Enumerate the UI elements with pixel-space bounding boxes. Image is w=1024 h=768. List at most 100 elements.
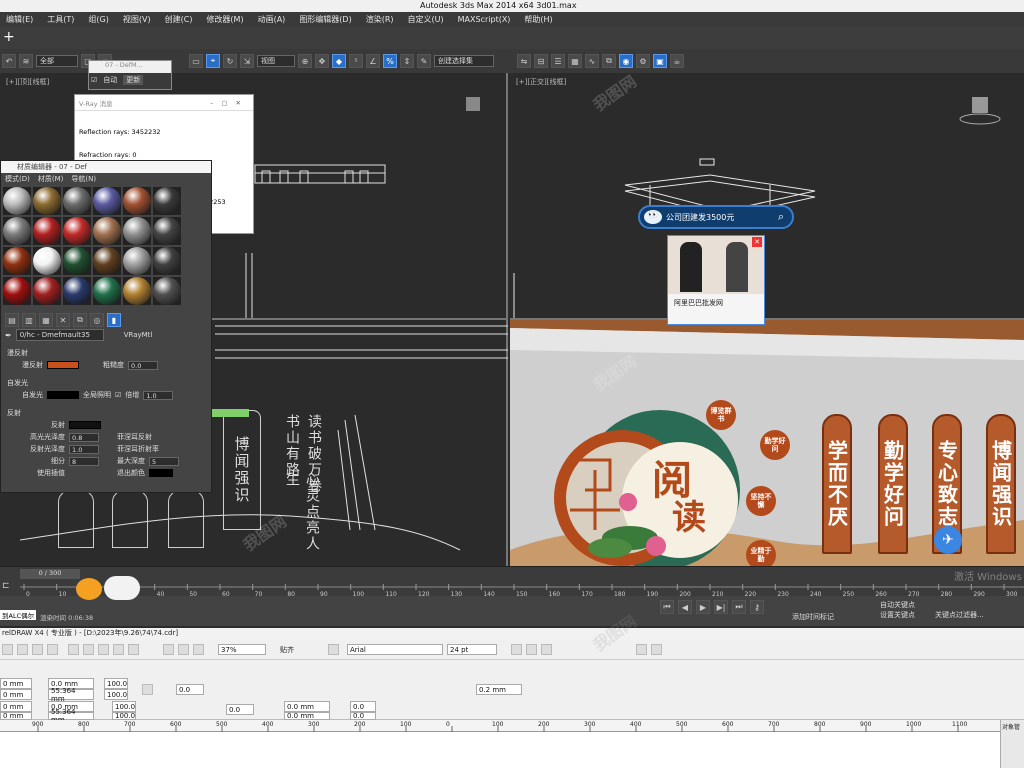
x2-position-input[interactable]: 0 mm: [0, 701, 32, 712]
reference-coord-dropdown[interactable]: 视图: [257, 55, 295, 67]
selection-filter-dropdown[interactable]: 全部: [36, 55, 78, 67]
copy-material-icon[interactable]: ⧉: [73, 313, 87, 327]
scale-x-input[interactable]: 100.0: [104, 678, 128, 689]
bind-spacewarp-icon[interactable]: ≋: [19, 54, 33, 68]
snap-to-dropdown[interactable]: 贴齐: [280, 645, 294, 655]
viewport-ortho[interactable]: [+][正交][线框]: [510, 73, 1024, 318]
scale-icon[interactable]: ⇲: [240, 54, 254, 68]
material-slot[interactable]: [153, 187, 181, 215]
next-frame-icon[interactable]: ▶|: [714, 600, 728, 614]
new-doc-icon[interactable]: [2, 644, 13, 655]
close-icon[interactable]: ✕: [752, 237, 762, 247]
time-slider[interactable]: 0 / 300: [20, 569, 80, 579]
menu-animation[interactable]: 动画(A): [258, 14, 286, 25]
hilight-gloss-input[interactable]: 0.8: [69, 432, 99, 442]
spinner-snap-icon[interactable]: ⇕: [400, 54, 414, 68]
mated-menu-material[interactable]: 材质(M): [38, 174, 64, 184]
selfillum-color-swatch[interactable]: [47, 391, 79, 399]
copy-icon[interactable]: [83, 644, 94, 655]
material-type-button[interactable]: VRayMtl: [124, 331, 153, 339]
exit-color-swatch[interactable]: [149, 469, 173, 477]
duplicate-y-input[interactable]: 0.0: [350, 712, 376, 720]
graphite-icon[interactable]: ▦: [568, 54, 582, 68]
zoom-dropdown[interactable]: 37%: [218, 644, 266, 655]
menu-customize[interactable]: 自定义(U): [408, 14, 444, 25]
material-slot[interactable]: [3, 277, 31, 305]
popup-search-text[interactable]: 公司团建发3500元: [666, 212, 734, 223]
refl-gloss-input[interactable]: 1.0: [69, 444, 99, 454]
material-name-field[interactable]: 0/hc - Dmefmault35: [15, 329, 104, 341]
plus-icon[interactable]: +: [3, 29, 15, 45]
move-icon[interactable]: ✥: [315, 54, 329, 68]
print-icon[interactable]: [47, 644, 58, 655]
material-slot[interactable]: [93, 247, 121, 275]
open-icon[interactable]: [17, 644, 28, 655]
subdivs-input[interactable]: 8: [69, 456, 99, 466]
drawing-canvas[interactable]: [0, 732, 1000, 768]
search-icon[interactable]: ⌕: [778, 210, 784, 224]
material-slot[interactable]: [33, 187, 61, 215]
export-icon[interactable]: [178, 644, 189, 655]
material-slot[interactable]: [153, 217, 181, 245]
save-icon[interactable]: [32, 644, 43, 655]
material-slot[interactable]: [3, 217, 31, 245]
material-slot[interactable]: [63, 187, 91, 215]
align-left-icon[interactable]: [636, 644, 647, 655]
auto-checkbox-icon[interactable]: ☑: [91, 76, 97, 84]
redo-icon[interactable]: [128, 644, 139, 655]
eyedropper-icon[interactable]: ✒: [5, 331, 12, 340]
play-icon[interactable]: ▶: [696, 600, 710, 614]
height-input[interactable]: 55.364 mm: [48, 687, 94, 703]
material-slot[interactable]: [63, 217, 91, 245]
rect-select-icon[interactable]: ▭: [189, 54, 203, 68]
ad-image[interactable]: [668, 236, 764, 294]
add-time-tag[interactable]: 添加时间标记: [792, 612, 834, 622]
menu-maxscript[interactable]: MAXScript(X): [458, 15, 511, 24]
italic-icon[interactable]: [526, 644, 537, 655]
underline-icon[interactable]: [541, 644, 552, 655]
layer-manager-icon[interactable]: ☰: [551, 54, 565, 68]
timeline[interactable]: 0 / 300 ⊏ 010203040506070809010011012013…: [0, 566, 1024, 597]
menu-views[interactable]: 视图(V): [123, 14, 151, 25]
undo-icon[interactable]: [113, 644, 124, 655]
material-slot[interactable]: [93, 217, 121, 245]
material-slot[interactable]: [33, 217, 61, 245]
align-icon[interactable]: ⊟: [534, 54, 548, 68]
material-slot[interactable]: [123, 277, 151, 305]
scale-y-input[interactable]: 100.0: [104, 689, 128, 700]
duplicate-x-input[interactable]: 0.0: [350, 701, 376, 712]
named-selection-dropdown[interactable]: 创建选择集: [434, 55, 494, 67]
cut-icon[interactable]: [68, 644, 79, 655]
font-size-dropdown[interactable]: 24 pt: [447, 644, 497, 655]
material-slot[interactable]: [63, 277, 91, 305]
diffuse-color-swatch[interactable]: [47, 361, 79, 369]
menu-tools[interactable]: 工具(T): [47, 14, 74, 25]
multiplier-input[interactable]: 1.0: [143, 390, 174, 400]
undo-icon[interactable]: ↶: [2, 54, 16, 68]
snap-2-5-icon[interactable]: ⁵: [349, 54, 363, 68]
show-map-icon[interactable]: ▮: [107, 313, 121, 327]
delete-material-icon[interactable]: ✕: [56, 313, 70, 327]
offset-y-input[interactable]: 0.0 mm: [284, 712, 330, 720]
key-icon[interactable]: ⚷: [750, 600, 764, 614]
y2-position-input[interactable]: 0 mm: [0, 712, 32, 720]
get-material-icon[interactable]: ▤: [5, 313, 19, 327]
edit-named-sel-icon[interactable]: ✎: [417, 54, 431, 68]
material-slot[interactable]: [153, 247, 181, 275]
curve-editor-icon[interactable]: ∿: [585, 54, 599, 68]
window-controls-icon[interactable]: –▢✕: [210, 99, 249, 107]
viewport-perspective-render[interactable]: 阅 读 博览群书 勤学好问 坚持不懈 业精于勤 学而不厌 勤学好问 专心致志 博…: [510, 318, 1024, 566]
material-slot[interactable]: [33, 247, 61, 275]
material-slot[interactable]: [123, 187, 151, 215]
x-position-input[interactable]: 0 mm: [0, 678, 32, 689]
menu-modifiers[interactable]: 修改器(M): [206, 14, 243, 25]
height2-input[interactable]: 55.364 mm: [48, 708, 94, 724]
rotate-icon[interactable]: ↻: [223, 54, 237, 68]
material-editor-icon[interactable]: ◉: [619, 54, 633, 68]
options-icon[interactable]: [328, 644, 339, 655]
align-justify-icon[interactable]: [651, 644, 662, 655]
object-manager-docker[interactable]: 对象管: [1000, 720, 1024, 768]
angle-snap-icon[interactable]: ∠: [366, 54, 380, 68]
go-start-icon[interactable]: ⏮: [660, 600, 674, 614]
mirror-icon[interactable]: ⇋: [517, 54, 531, 68]
